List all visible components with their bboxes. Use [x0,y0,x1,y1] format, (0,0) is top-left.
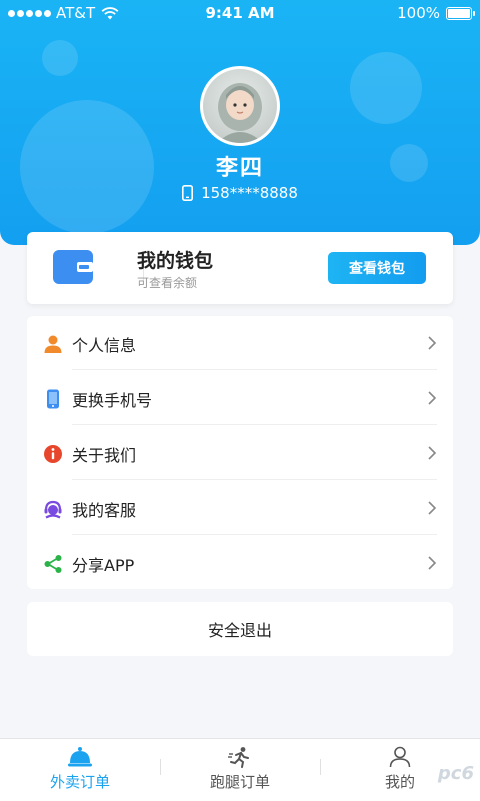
chevron-right-icon [428,446,437,460]
runner-icon [228,747,249,768]
divider [72,424,437,425]
menu-item-change-phone[interactable]: 更换手机号 [27,371,453,425]
profile-header: AT&T 9:41 AM 100% 李四 158****8888 [0,0,480,245]
decor-bubble [350,52,422,124]
menu-item-customer-service[interactable]: 我的客服 [27,481,453,535]
watermark-logo: pc6 [437,763,474,784]
chevron-right-icon [428,391,437,405]
tab-errand-orders[interactable]: 跑腿订单 [160,739,320,801]
user-name: 李四 [215,156,264,181]
divider [72,479,437,480]
person-icon [44,335,62,353]
wallet-icon [53,250,93,284]
phone-number: 158****8888 [201,184,298,202]
menu-label: 分享APP [72,556,135,575]
wallet-title: 我的钱包 [137,250,214,272]
tab-label: 外卖订单 [49,773,110,791]
divider [72,534,437,535]
status-right: 100% [397,4,475,22]
menu-label: 更换手机号 [72,391,153,410]
status-bar: AT&T 9:41 AM 100% [0,0,480,26]
tab-mine[interactable]: 我的 pc6 [320,739,480,801]
info-icon [44,445,62,463]
menu-item-about-us[interactable]: 关于我们 [27,426,453,480]
mobile-icon [182,185,194,201]
user-icon [389,746,411,768]
tab-label: 跑腿订单 [209,773,270,791]
menu-label: 关于我们 [72,446,137,465]
menu-item-share-app[interactable]: 分享APP [27,536,453,590]
battery-percent: 100% [397,4,440,22]
settings-menu: 个人信息 更换手机号 关于我们 我的客服 分享APP [27,316,453,589]
divider [72,369,437,370]
logout-button[interactable]: 安全退出 [27,602,453,656]
chevron-right-icon [428,556,437,570]
decor-bubble [42,40,78,76]
tab-takeout-orders[interactable]: 外卖订单 [0,739,160,801]
phone-icon [47,389,59,409]
avatar-photo [203,69,277,143]
bell-icon [68,747,92,767]
avatar[interactable] [200,66,280,146]
menu-label: 个人信息 [72,336,137,355]
child-photo-icon [217,83,263,143]
share-icon [44,555,62,573]
menu-label: 我的客服 [72,501,137,520]
menu-item-profile-info[interactable]: 个人信息 [27,316,453,370]
chevron-right-icon [428,336,437,350]
bottom-tab-bar: 外卖订单 跑腿订单 我的 pc6 [0,738,480,801]
headset-icon [44,500,62,519]
battery-icon [446,6,475,20]
wallet-card[interactable]: 我的钱包 可查看余额 查看钱包 [27,232,453,304]
phone-row: 158****8888 [0,184,480,202]
chevron-right-icon [428,501,437,515]
wallet-subtitle: 可查看余额 [137,276,198,290]
view-wallet-button[interactable]: 查看钱包 [328,252,426,284]
